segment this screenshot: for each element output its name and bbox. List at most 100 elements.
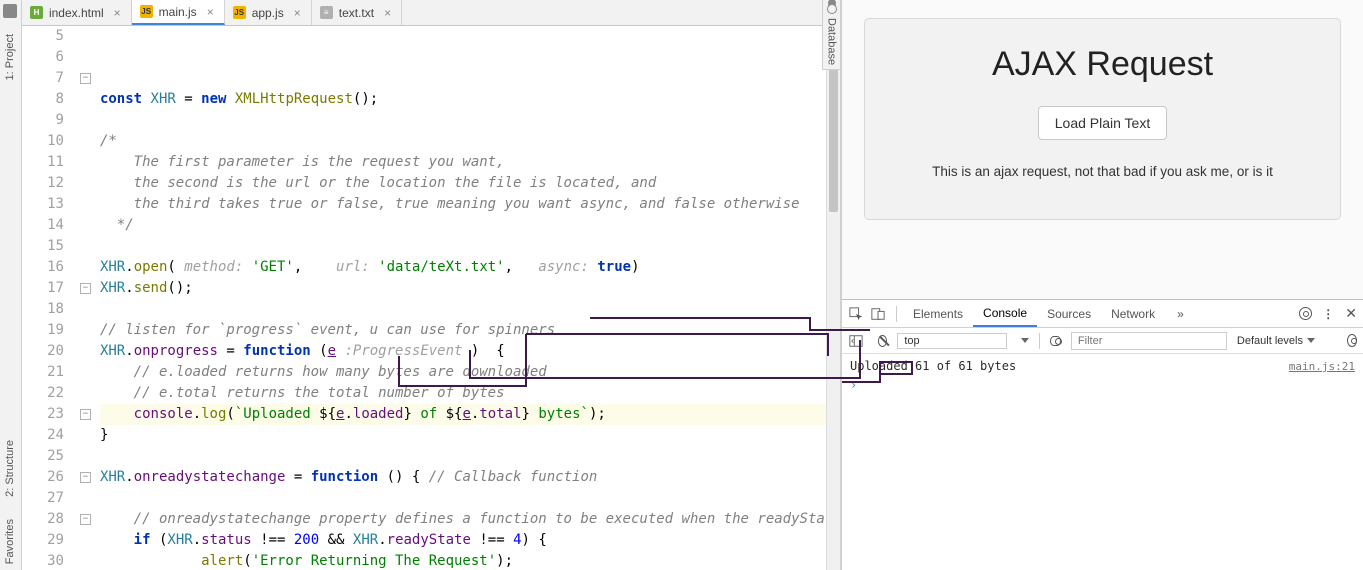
line-number: 29	[22, 530, 64, 551]
editor-panel: Hindex.html×JSmain.js×JSapp.js×≡text.txt…	[22, 0, 841, 570]
preview-card: AJAX Request Load Plain Text This is an …	[864, 18, 1341, 220]
project-tool-tab[interactable]: 1: Project	[2, 28, 18, 86]
tab-label: text.txt	[339, 6, 374, 20]
code-line[interactable]: XHR.onprogress = function (e :ProgressEv…	[100, 341, 840, 362]
line-number: 30	[22, 551, 64, 570]
fold-toggle-icon[interactable]: −	[80, 73, 91, 84]
editor-scrollbar[interactable]	[826, 52, 840, 570]
database-tool-tab[interactable]: Database	[822, 0, 840, 70]
code-line[interactable]: XHR.send();	[100, 278, 840, 299]
code-line[interactable]: /*	[100, 131, 840, 152]
close-tab-icon[interactable]: ×	[207, 5, 214, 19]
favorites-tool-tab[interactable]: Favorites	[2, 513, 18, 570]
code-line[interactable]: console.log(`Uploaded ${e.loaded} of ${e…	[100, 404, 840, 425]
code-line[interactable]	[100, 110, 840, 131]
js-file-icon: JS	[233, 6, 246, 19]
line-number: 28	[22, 509, 64, 530]
inspect-element-icon[interactable]	[848, 306, 864, 322]
console-settings-icon[interactable]	[1347, 334, 1357, 347]
console-source-link[interactable]: main.js:21	[1289, 360, 1355, 373]
devtools-tabbar: ElementsConsoleSourcesNetwork » ⋮ ✕	[842, 300, 1363, 328]
code-line[interactable]: // e.loaded returns how many bytes are d…	[100, 362, 840, 383]
execution-context-select[interactable]: top	[897, 333, 1007, 349]
devtools-more-tabs-icon[interactable]: »	[1167, 300, 1194, 327]
code-line[interactable]: if (XHR.status !== 200 && XHR.readyState…	[100, 530, 840, 551]
line-number: 16	[22, 257, 64, 278]
console-prompt[interactable]: ›	[850, 378, 1355, 392]
load-plain-text-button[interactable]: Load Plain Text	[1038, 106, 1167, 140]
devtools-tab-sources[interactable]: Sources	[1037, 300, 1101, 327]
line-number: 25	[22, 446, 64, 467]
code-line[interactable]: // listen for `progress` event, u can us…	[100, 320, 840, 341]
fold-column: − − − − −	[78, 26, 96, 570]
fold-toggle-icon[interactable]: −	[80, 514, 91, 525]
line-number: 27	[22, 488, 64, 509]
code-line[interactable]	[100, 446, 840, 467]
line-number: 23	[22, 404, 64, 425]
console-output[interactable]: Uploaded 61 of 61 bytes main.js:21 ›	[842, 354, 1363, 570]
code-line[interactable]: XHR.open( method: 'GET', url: 'data/teXt…	[100, 257, 840, 278]
code-line[interactable]: */	[100, 215, 840, 236]
fold-toggle-icon[interactable]: −	[80, 409, 91, 420]
devtools-tab-console[interactable]: Console	[973, 300, 1037, 327]
console-sidebar-toggle-icon[interactable]	[848, 333, 864, 349]
code-line[interactable]: the second is the url or the location th…	[100, 173, 840, 194]
code-line[interactable]: }	[100, 425, 840, 446]
tab-label: app.js	[252, 6, 284, 20]
code-line[interactable]: The first parameter is the request you w…	[100, 152, 840, 173]
live-expression-icon[interactable]	[1050, 336, 1061, 346]
console-toolbar: top Default levels	[842, 328, 1363, 354]
code-editor[interactable]: 5678910111213141516171819202122232425262…	[22, 26, 840, 570]
code-line[interactable]: XHR.onreadystatechange = function () { /…	[100, 467, 840, 488]
console-filter-input[interactable]	[1071, 332, 1227, 350]
devtools-tab-elements[interactable]: Elements	[903, 300, 973, 327]
fold-toggle-icon[interactable]: −	[80, 472, 91, 483]
code-line[interactable]: alert('Error Returning The Request');	[100, 551, 840, 570]
line-number: 17	[22, 278, 64, 299]
code-line[interactable]	[100, 488, 840, 509]
line-number: 15	[22, 236, 64, 257]
code-line[interactable]	[100, 236, 840, 257]
line-gutter: 5678910111213141516171819202122232425262…	[22, 26, 78, 570]
tab-label: index.html	[49, 6, 104, 20]
close-tab-icon[interactable]: ×	[384, 6, 391, 20]
line-number: 10	[22, 131, 64, 152]
devtools-close-icon[interactable]: ✕	[1345, 305, 1357, 322]
devtools-menu-icon[interactable]: ⋮	[1322, 307, 1335, 321]
code-line[interactable]: // e.total returns the total number of b…	[100, 383, 840, 404]
console-message: Uploaded 61 of 61 bytes	[850, 359, 1016, 373]
editor-tab-main-js[interactable]: JS main.js ×	[132, 0, 225, 25]
editor-tab-app-js[interactable]: JS app.js ×	[225, 0, 312, 25]
close-tab-icon[interactable]: ×	[294, 6, 301, 20]
line-number: 20	[22, 341, 64, 362]
fold-toggle-icon[interactable]: −	[80, 283, 91, 294]
preview-heading: AJAX Request	[887, 45, 1318, 84]
code-line[interactable]: the third takes true or false, true mean…	[100, 194, 840, 215]
devtools-settings-icon[interactable]	[1299, 307, 1312, 320]
database-icon	[827, 4, 837, 14]
clear-console-icon[interactable]	[878, 335, 887, 347]
js-file-icon: JS	[140, 5, 153, 18]
chevron-down-icon	[1021, 338, 1029, 343]
devtools-tab-network[interactable]: Network	[1101, 300, 1165, 327]
code-line[interactable]: const XHR = new XMLHttpRequest();	[100, 89, 840, 110]
code-line[interactable]	[100, 299, 840, 320]
line-number: 9	[22, 110, 64, 131]
device-toolbar-icon[interactable]	[870, 306, 886, 322]
line-number: 21	[22, 362, 64, 383]
editor-tab-index-html[interactable]: Hindex.html ×	[22, 0, 132, 25]
html-file-icon: H	[30, 6, 43, 19]
browser-preview: AJAX Request Load Plain Text This is an …	[842, 0, 1363, 300]
tab-label: main.js	[159, 5, 197, 19]
line-number: 7	[22, 68, 64, 89]
editor-tab-text-txt[interactable]: ≡text.txt×	[312, 0, 402, 25]
devtools-panel: ElementsConsoleSourcesNetwork » ⋮ ✕ top …	[842, 300, 1363, 570]
project-icon[interactable]	[3, 4, 17, 18]
log-levels-select[interactable]: Default levels	[1237, 335, 1327, 347]
structure-tool-tab[interactable]: 2: Structure	[2, 434, 18, 503]
line-number: 11	[22, 152, 64, 173]
code-line[interactable]: // onreadystatechange property defines a…	[100, 509, 840, 530]
close-tab-icon[interactable]: ×	[114, 6, 121, 20]
code-area[interactable]: const XHR = new XMLHttpRequest(); /* The …	[96, 26, 840, 570]
line-number: 19	[22, 320, 64, 341]
